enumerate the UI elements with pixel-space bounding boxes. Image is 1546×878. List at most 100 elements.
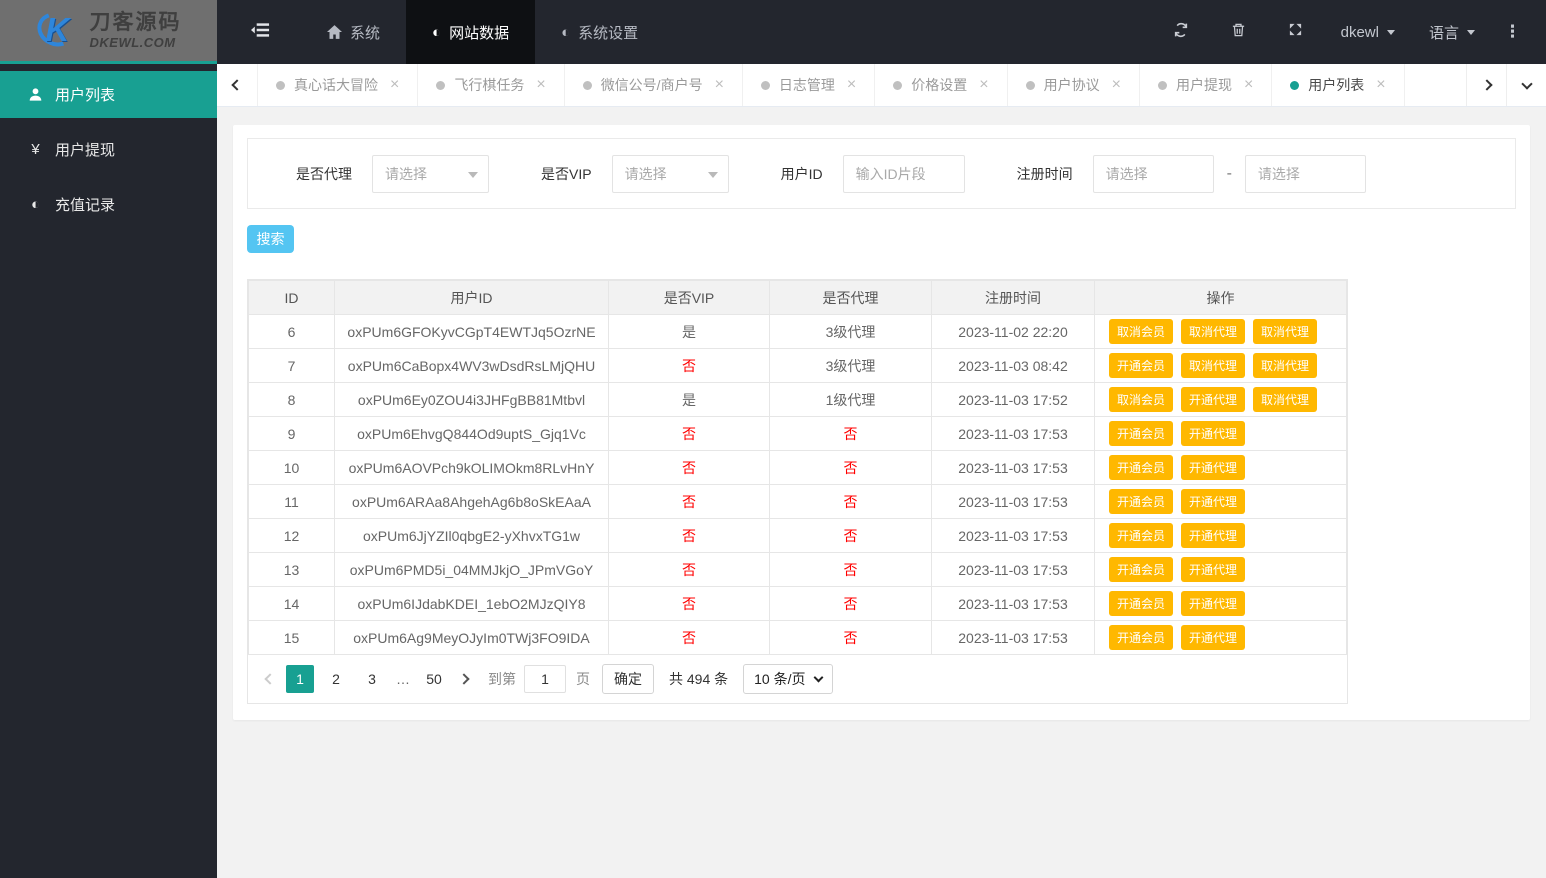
cell-id: 8 [248, 382, 335, 417]
open-agent-button[interactable]: 开通代理 [1181, 455, 1246, 480]
table-row: 10 oxPUm6AOVPch9kOLIMOkm8RLvHnY 否否 2023-11-… [248, 450, 1347, 485]
close-tab-icon[interactable]: × [1112, 77, 1121, 93]
page-size-select[interactable]: 10 条/页 [743, 664, 833, 694]
main-content: 是否代理 请选择 是否VIP 请选择 用户ID 注册时间 - [217, 107, 1546, 878]
fullscreen-button[interactable] [1267, 22, 1324, 42]
collapse-menu-button[interactable] [231, 0, 289, 64]
tab-user-agreement[interactable]: 用户协议 × [1008, 64, 1140, 106]
sidebar-item-user-withdraw[interactable]: ¥ 用户提现 [0, 126, 217, 173]
more-menu-button[interactable]: ⋮ [1492, 22, 1534, 42]
tab-wechat-account[interactable]: 微信公号/商户号 × [565, 64, 743, 106]
table-row: 14 oxPUm6IJdabKDEI_1ebO2MJzQIY8 否否 2023-11-… [248, 586, 1347, 621]
cancel-agent-button[interactable]: 取消代理 [1253, 353, 1318, 378]
open-vip-button[interactable]: 开通会员 [1109, 591, 1174, 616]
cell-actions: 开通会员 开通代理 [1094, 586, 1347, 621]
total-count-label: 共 494 条 [669, 671, 729, 687]
tab-scroll-right-button[interactable] [1466, 64, 1506, 106]
tab-status-dot [436, 80, 446, 90]
open-agent-button[interactable]: 开通代理 [1181, 489, 1246, 514]
brand-title-cn: 刀客源码 [89, 11, 182, 34]
cell-user-id: oxPUm6ARAa8AhgehAg6b8oSkEAaA [334, 484, 609, 519]
page-button[interactable]: 3 [358, 665, 386, 693]
page-button[interactable]: 50 [420, 665, 448, 693]
cell-vip: 否 [608, 620, 770, 655]
cancel-agent-button[interactable]: 取消代理 [1253, 387, 1318, 412]
regtime-from-input[interactable] [1092, 154, 1214, 193]
open-agent-button[interactable]: 开通代理 [1181, 523, 1246, 548]
page-button[interactable]: 2 [322, 665, 350, 693]
userid-filter-input[interactable] [842, 154, 965, 193]
tab-user-list[interactable]: 用户列表 × [1272, 64, 1405, 106]
cell-actions: 开通会员 开通代理 [1094, 518, 1347, 553]
cell-agent: 否 [769, 586, 932, 621]
cell-vip: 否 [608, 450, 770, 485]
cancel-agent-button[interactable]: 取消代理 [1253, 319, 1318, 344]
tab-price-settings[interactable]: 价格设置 × [875, 64, 1008, 106]
topnav-item-system-settings[interactable]: ◐ 系统设置 [535, 0, 664, 64]
chevron-down-icon [468, 171, 478, 183]
next-page-button[interactable] [452, 665, 476, 693]
close-tab-icon[interactable]: × [536, 77, 545, 93]
open-vip-button[interactable]: 开通会员 [1109, 489, 1174, 514]
cancel-agent-button[interactable]: 取消代理 [1181, 319, 1246, 344]
table-row: 7 oxPUm6CaBopx4WV3wDsdRsLMjQHU 否 3级代理 2023-1… [248, 348, 1347, 383]
vip-filter-select[interactable]: 请选择 [611, 154, 729, 193]
open-agent-button[interactable]: 开通代理 [1181, 387, 1246, 412]
cancel-vip-button[interactable]: 取消会员 [1109, 319, 1174, 344]
prev-page-button[interactable] [258, 665, 282, 693]
topnav-item-system[interactable]: 系统 [301, 0, 406, 64]
cancel-agent-button[interactable]: 取消代理 [1181, 353, 1246, 378]
tab-options-button[interactable] [1506, 64, 1546, 106]
fullscreen-icon [1288, 22, 1303, 42]
regtime-to-input[interactable] [1244, 154, 1366, 193]
open-vip-button[interactable]: 开通会员 [1109, 421, 1174, 446]
close-tab-icon[interactable]: × [1244, 77, 1253, 93]
tab-log-management[interactable]: 日志管理 × [743, 64, 876, 106]
sidebar-item-recharge-records[interactable]: ◐ 充值记录 [0, 181, 217, 228]
sidebar-item-user-list[interactable]: 用户列表 [0, 71, 217, 118]
confirm-page-button[interactable]: 确定 [602, 664, 654, 694]
cell-actions: 取消会员 取消代理 取消代理 [1094, 314, 1347, 349]
cell-actions: 开通会员 取消代理 取消代理 [1094, 348, 1347, 383]
language-dropdown[interactable]: 语言 [1412, 22, 1492, 43]
topnav-item-site-data[interactable]: ◐ 网站数据 [406, 0, 536, 64]
tab-user-withdraw[interactable]: 用户提现 × [1140, 64, 1273, 106]
close-tab-icon[interactable]: × [390, 77, 399, 93]
open-vip-button[interactable]: 开通会员 [1109, 625, 1174, 650]
open-vip-button[interactable]: 开通会员 [1109, 557, 1174, 582]
tab-flight-chess[interactable]: 飞行棋任务 × [418, 64, 565, 106]
tab-truth-dare[interactable]: 真心话大冒险 × [257, 64, 419, 106]
close-tab-icon[interactable]: × [847, 77, 856, 93]
close-tab-icon[interactable]: × [1376, 77, 1385, 93]
open-agent-button[interactable]: 开通代理 [1181, 625, 1246, 650]
open-agent-button[interactable]: 开通代理 [1181, 591, 1246, 616]
goto-page-unit: 页 [576, 671, 590, 687]
clear-cache-button[interactable] [1210, 22, 1267, 43]
cell-reg-time: 2023-11-03 17:53 [931, 450, 1095, 485]
open-vip-button[interactable]: 开通会员 [1109, 353, 1174, 378]
tab-status-dot [582, 80, 592, 90]
open-vip-button[interactable]: 开通会员 [1109, 523, 1174, 548]
open-agent-button[interactable]: 开通代理 [1181, 557, 1246, 582]
refresh-button[interactable] [1152, 22, 1210, 43]
goto-page-input[interactable] [524, 665, 566, 693]
open-agent-button[interactable]: 开通代理 [1181, 421, 1246, 446]
table-row: 8 oxPUm6Ey0ZOU4i3JHFgBB81Mtbvl 是 1级代理 2023-1… [248, 382, 1347, 417]
search-button[interactable]: 搜索 [247, 225, 294, 253]
tab-status-dot [1025, 80, 1035, 90]
column-header: ID [248, 280, 335, 315]
agent-filter-select[interactable]: 请选择 [372, 154, 489, 193]
tab-scroll-left-button[interactable] [217, 64, 257, 106]
open-vip-button[interactable]: 开通会员 [1109, 455, 1174, 480]
cell-agent: 1级代理 [769, 382, 932, 417]
close-tab-icon[interactable]: × [979, 77, 988, 93]
user-menu-dropdown[interactable]: dkewl [1324, 24, 1412, 41]
cancel-vip-button[interactable]: 取消会员 [1109, 387, 1174, 412]
cell-id: 12 [248, 518, 335, 553]
tab-label: 微信公号/商户号 [600, 77, 703, 93]
tab-label: 用户列表 [1308, 77, 1365, 93]
cell-agent: 3级代理 [769, 348, 932, 383]
close-tab-icon[interactable]: × [715, 77, 724, 93]
page-button[interactable]: 1 [286, 665, 314, 693]
tab-status-dot [760, 80, 770, 90]
